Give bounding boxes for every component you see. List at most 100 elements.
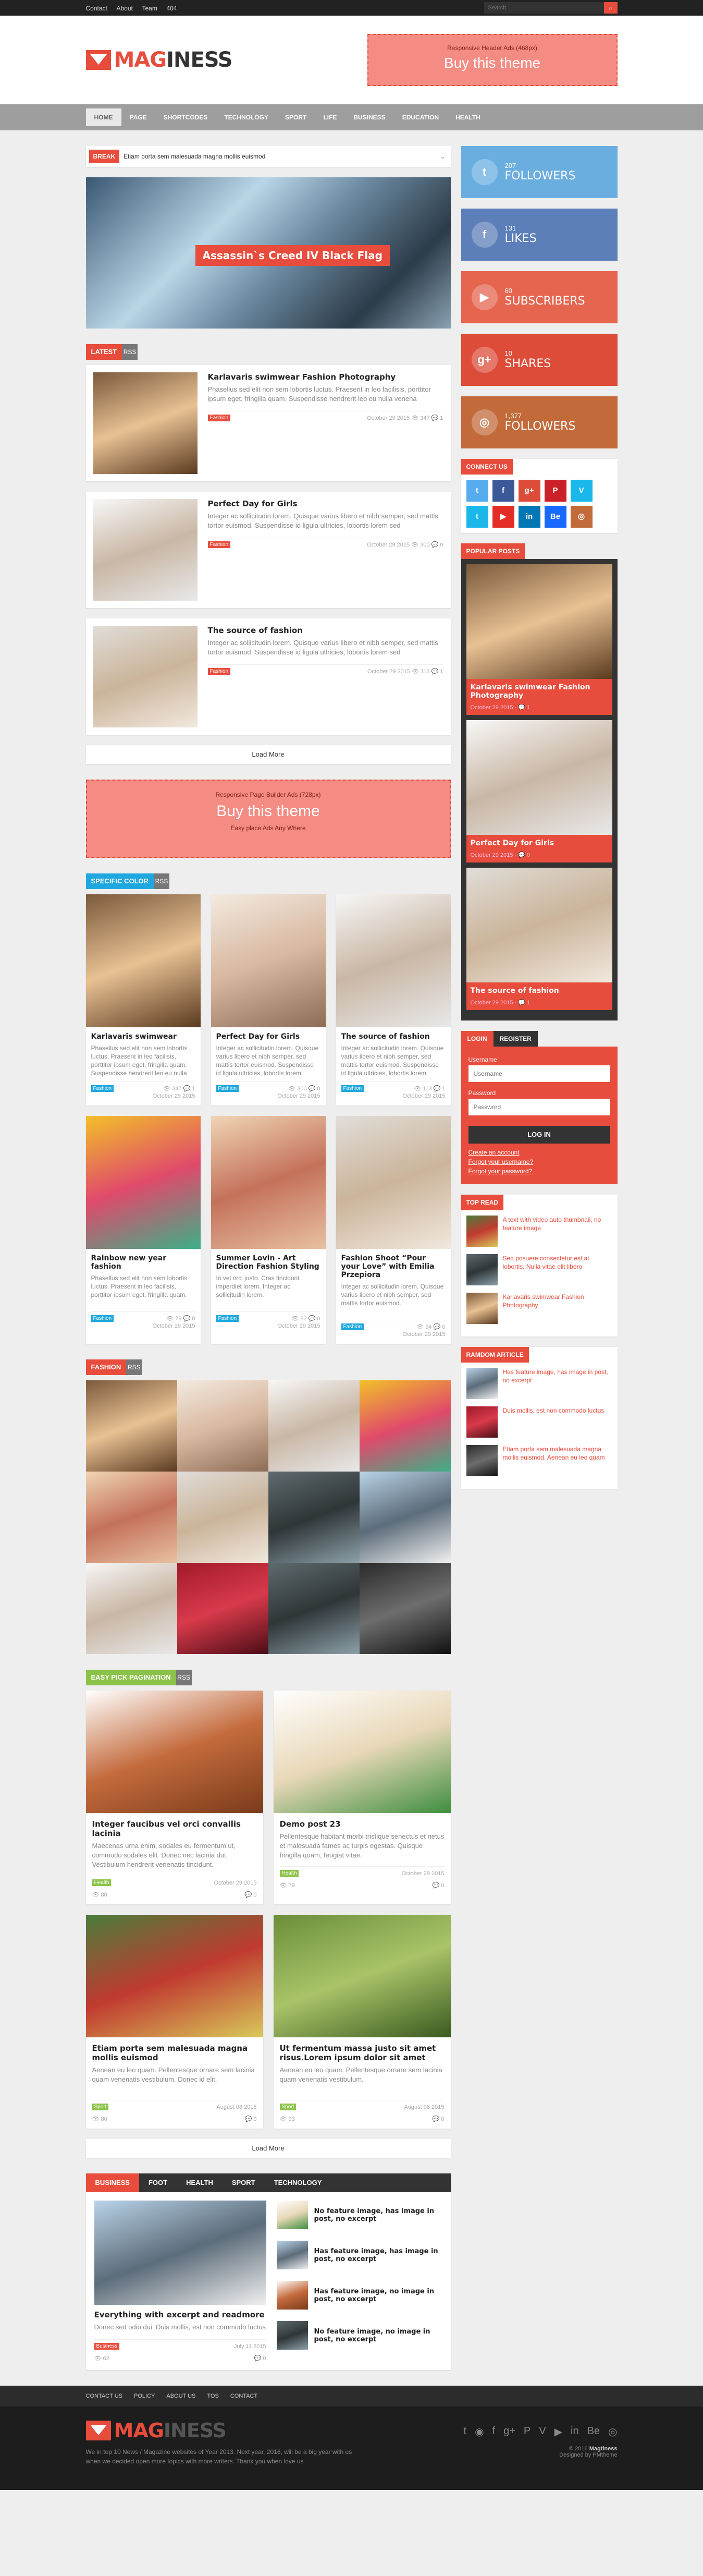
post-title[interactable]: Perfect Day for Girls [208, 499, 443, 508]
post-thumbnail[interactable] [466, 1216, 498, 1247]
post-title[interactable]: Etiam porta sem malesuada magna mollis e… [503, 1445, 612, 1476]
post-title[interactable]: A text with video auto thumbnail, no fea… [503, 1216, 612, 1247]
linkedin-icon[interactable]: in [518, 506, 540, 528]
post-thumbnail[interactable] [466, 564, 612, 679]
load-more-button[interactable]: Load More [85, 2139, 451, 2158]
google-plus-icon[interactable]: g+ [503, 2425, 515, 2438]
tab-sport[interactable]: SPORT [223, 2173, 265, 2192]
post-thumbnail[interactable] [85, 894, 201, 1027]
chevron-down-icon[interactable]: ⌄ [435, 152, 451, 161]
category-tag[interactable]: Fashion [207, 668, 231, 675]
nav-item-technology[interactable]: TECHNOLOGY [216, 108, 277, 126]
pinterest-icon[interactable]: P [544, 480, 566, 502]
post-title[interactable]: The source of fashion [466, 982, 612, 999]
create-account-link[interactable]: Create an account [468, 1149, 610, 1156]
mosaic-image[interactable] [268, 1563, 360, 1654]
mosaic-image[interactable] [85, 1380, 177, 1472]
footer-logo[interactable]: MAG INESS [85, 2419, 357, 2442]
post-thumbnail[interactable] [273, 1691, 451, 1813]
social-counter-facebook[interactable]: f 131 LIKES [461, 209, 618, 261]
post-title[interactable]: Has feature image, no image in post, no … [314, 2288, 442, 2303]
footer-link-policy[interactable]: POLICY [134, 2393, 155, 2399]
tab-foot[interactable]: FOOT [139, 2173, 177, 2192]
hero-caption[interactable]: Assassin`s Creed IV Black Flag [195, 245, 390, 266]
youtube-icon[interactable]: ▶ [554, 2425, 562, 2438]
post-title[interactable]: Summer Lovin - Art Direction Fashion Sty… [216, 1254, 320, 1271]
tab-register[interactable]: REGISTER [493, 1031, 538, 1047]
social-counter-googleplus[interactable]: g+ 10 SHARES [461, 334, 618, 386]
nav-item-health[interactable]: HEALTH [447, 108, 489, 126]
page-ad-link[interactable]: Easy place Ads Any Where [87, 824, 450, 832]
post-thumbnail[interactable] [276, 2281, 308, 2310]
top-link-team[interactable]: Team [142, 5, 157, 12]
youtube-icon[interactable]: ▶ [492, 506, 514, 528]
post-title[interactable]: Karlavaris swimwear Fashion Photography [208, 372, 443, 382]
forgot-username-link[interactable]: Forgot your username? [468, 1158, 610, 1165]
rss-icon[interactable]: RSS [122, 344, 138, 360]
top-link-contact[interactable]: Contact [86, 5, 107, 12]
post-thumbnail[interactable] [466, 1445, 498, 1476]
post-thumbnail[interactable] [336, 894, 451, 1027]
category-tag[interactable]: Fashion [216, 1315, 239, 1322]
post-thumbnail[interactable] [466, 1368, 498, 1399]
rss-icon[interactable]: ◉ [475, 2425, 484, 2438]
category-tag[interactable]: Fashion [91, 1085, 114, 1092]
pinterest-icon[interactable]: P [524, 2425, 531, 2438]
post-title[interactable]: No feature image, no image in post, no e… [314, 2328, 442, 2343]
post-title[interactable]: Integer faucibus vel orci convallis laci… [92, 1819, 257, 1838]
login-button[interactable]: LOG IN [468, 1126, 610, 1144]
top-link-about[interactable]: About [116, 5, 132, 12]
nav-item-business[interactable]: BUSINESS [345, 108, 393, 126]
category-tag[interactable]: Fashion [207, 415, 231, 421]
tab-technology[interactable]: TECHNOLOGY [265, 2173, 331, 2192]
search-input[interactable] [484, 2, 604, 14]
post-thumbnail[interactable] [466, 1254, 498, 1285]
mosaic-image[interactable] [268, 1472, 360, 1563]
load-more-button[interactable]: Load More [85, 745, 451, 764]
mosaic-image[interactable] [359, 1563, 451, 1654]
post-thumbnail[interactable] [466, 720, 612, 835]
post-title[interactable]: No feature image, has image in post, no … [314, 2207, 442, 2223]
mosaic-image[interactable] [85, 1563, 177, 1654]
behance-icon[interactable]: Be [587, 2425, 600, 2438]
mosaic-image[interactable] [177, 1380, 268, 1472]
category-tag[interactable]: Fashion [341, 1085, 364, 1092]
instagram-icon[interactable]: ◎ [570, 506, 593, 528]
post-title[interactable]: Etiam porta sem malesuada magna mollis e… [92, 2044, 257, 2062]
search-icon[interactable]: ⌕ [603, 2, 618, 14]
post-thumbnail[interactable] [85, 1691, 263, 1813]
post-title[interactable]: The source of fashion [341, 1032, 446, 1041]
tab-login[interactable]: LOGIN [461, 1031, 494, 1047]
nav-item-sport[interactable]: SPORT [277, 108, 315, 126]
post-thumbnail[interactable] [211, 1116, 326, 1249]
post-title[interactable]: Karlavaris swimwear [91, 1032, 195, 1041]
top-link-404[interactable]: 404 [166, 5, 177, 12]
post-thumbnail[interactable] [93, 499, 198, 601]
post-thumbnail[interactable] [273, 1915, 451, 2037]
post-title[interactable]: Perfect Day for Girls [466, 835, 612, 852]
post-title[interactable]: The source of fashion [208, 626, 443, 635]
footer-link-about-us[interactable]: ABOUT US [166, 2393, 195, 2399]
post-thumbnail[interactable] [276, 2201, 308, 2229]
linkedin-icon[interactable]: in [571, 2425, 579, 2438]
site-logo[interactable]: MAG INESS [85, 48, 233, 72]
vimeo-icon[interactable]: V [570, 480, 593, 502]
password-field[interactable] [468, 1099, 610, 1115]
header-ad[interactable]: Responsive Header Ads (468px) Buy this t… [367, 34, 618, 86]
tab-business[interactable]: BUSINESS [85, 2173, 139, 2192]
post-title[interactable]: Fashion Shoot “Pour your Love” with Emil… [341, 1254, 446, 1279]
vimeo-icon[interactable]: V [539, 2425, 546, 2438]
post-thumbnail[interactable] [94, 2201, 266, 2305]
category-tag[interactable]: Sport [279, 2104, 297, 2110]
post-thumbnail[interactable] [276, 2241, 308, 2269]
mosaic-image[interactable] [177, 1563, 268, 1654]
social-counter-youtube[interactable]: ▶ 60 SUBSCRIBERS [461, 271, 618, 323]
nav-item-page[interactable]: PAGE [121, 108, 155, 126]
mosaic-image[interactable] [359, 1380, 451, 1472]
post-thumbnail[interactable] [85, 1116, 201, 1249]
category-tag[interactable]: Fashion [91, 1315, 114, 1322]
breaking-text[interactable]: Etiam porta sem malesuada magna mollis e… [119, 153, 435, 160]
behance-icon[interactable]: Be [544, 506, 566, 528]
username-field[interactable] [468, 1065, 610, 1082]
post-title[interactable]: Rainbow new year fashion [91, 1254, 195, 1271]
